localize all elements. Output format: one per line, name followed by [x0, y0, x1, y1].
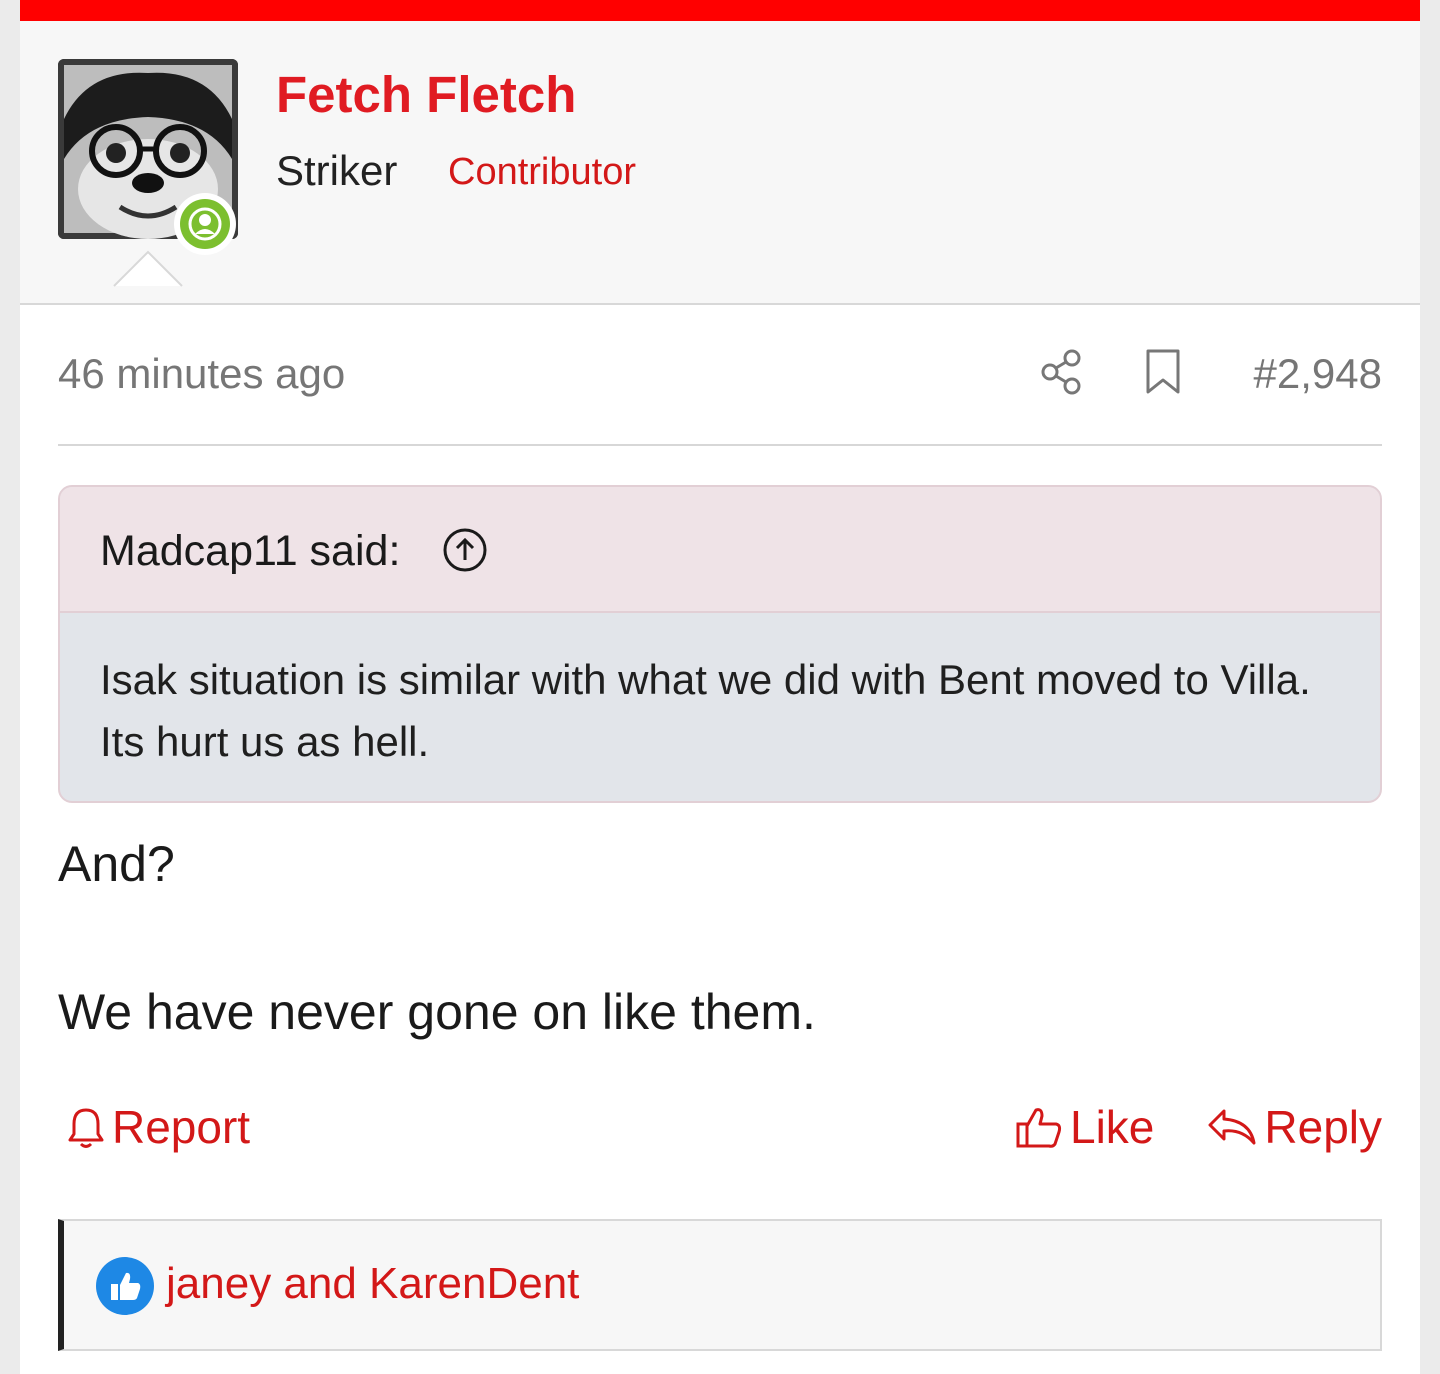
author-title: Striker	[276, 147, 398, 194]
quote-author[interactable]: Madcap11 said:	[100, 527, 400, 576]
top-accent-bar	[20, 0, 1420, 21]
quote-header: Madcap11 said:	[60, 487, 1380, 613]
post-meta: 46 minutes ago #2,948	[58, 340, 1382, 410]
message-paragraph: And?	[58, 836, 175, 892]
bell-icon	[68, 1108, 104, 1148]
reactions-users[interactable]: janey and KarenDent	[166, 1259, 579, 1309]
message-paragraph: We have never gone on like them.	[58, 984, 816, 1040]
quote-text: Isak situation is similar with what we d…	[100, 656, 1311, 765]
arrow-up-circle-icon[interactable]	[442, 527, 488, 573]
like-button[interactable]: Like	[1014, 1100, 1154, 1154]
thumbs-up-icon	[96, 1257, 154, 1315]
online-status-badge	[174, 193, 236, 255]
post-number-link[interactable]: #2,948	[1254, 350, 1382, 398]
report-button[interactable]: Report	[66, 1100, 250, 1154]
user-panel: Fetch Fletch Striker Contributor	[20, 21, 1420, 305]
post-card: Fetch Fletch Striker Contributor 46 minu…	[20, 0, 1420, 1374]
author-name[interactable]: Fetch Fletch	[276, 65, 576, 124]
reply-label: Reply	[1264, 1101, 1382, 1153]
meta-divider	[58, 444, 1382, 446]
post-timestamp[interactable]: 46 minutes ago	[58, 350, 345, 398]
author-role-badge: Contributor	[448, 151, 636, 193]
like-label: Like	[1070, 1101, 1155, 1153]
post-actions: Report Like Reply	[58, 1100, 1382, 1170]
quote-block: Madcap11 said: Isak situation is similar…	[58, 485, 1382, 803]
share-icon[interactable]	[1040, 348, 1084, 396]
reactions-bar[interactable]: janey and KarenDent	[58, 1219, 1382, 1351]
reply-arrow-icon	[1208, 1109, 1256, 1145]
reply-button[interactable]: Reply	[1206, 1100, 1382, 1154]
thumbs-up-outline-icon	[1016, 1108, 1062, 1148]
online-user-icon	[180, 199, 230, 249]
bookmark-icon[interactable]	[1144, 348, 1182, 396]
report-label: Report	[112, 1101, 251, 1153]
